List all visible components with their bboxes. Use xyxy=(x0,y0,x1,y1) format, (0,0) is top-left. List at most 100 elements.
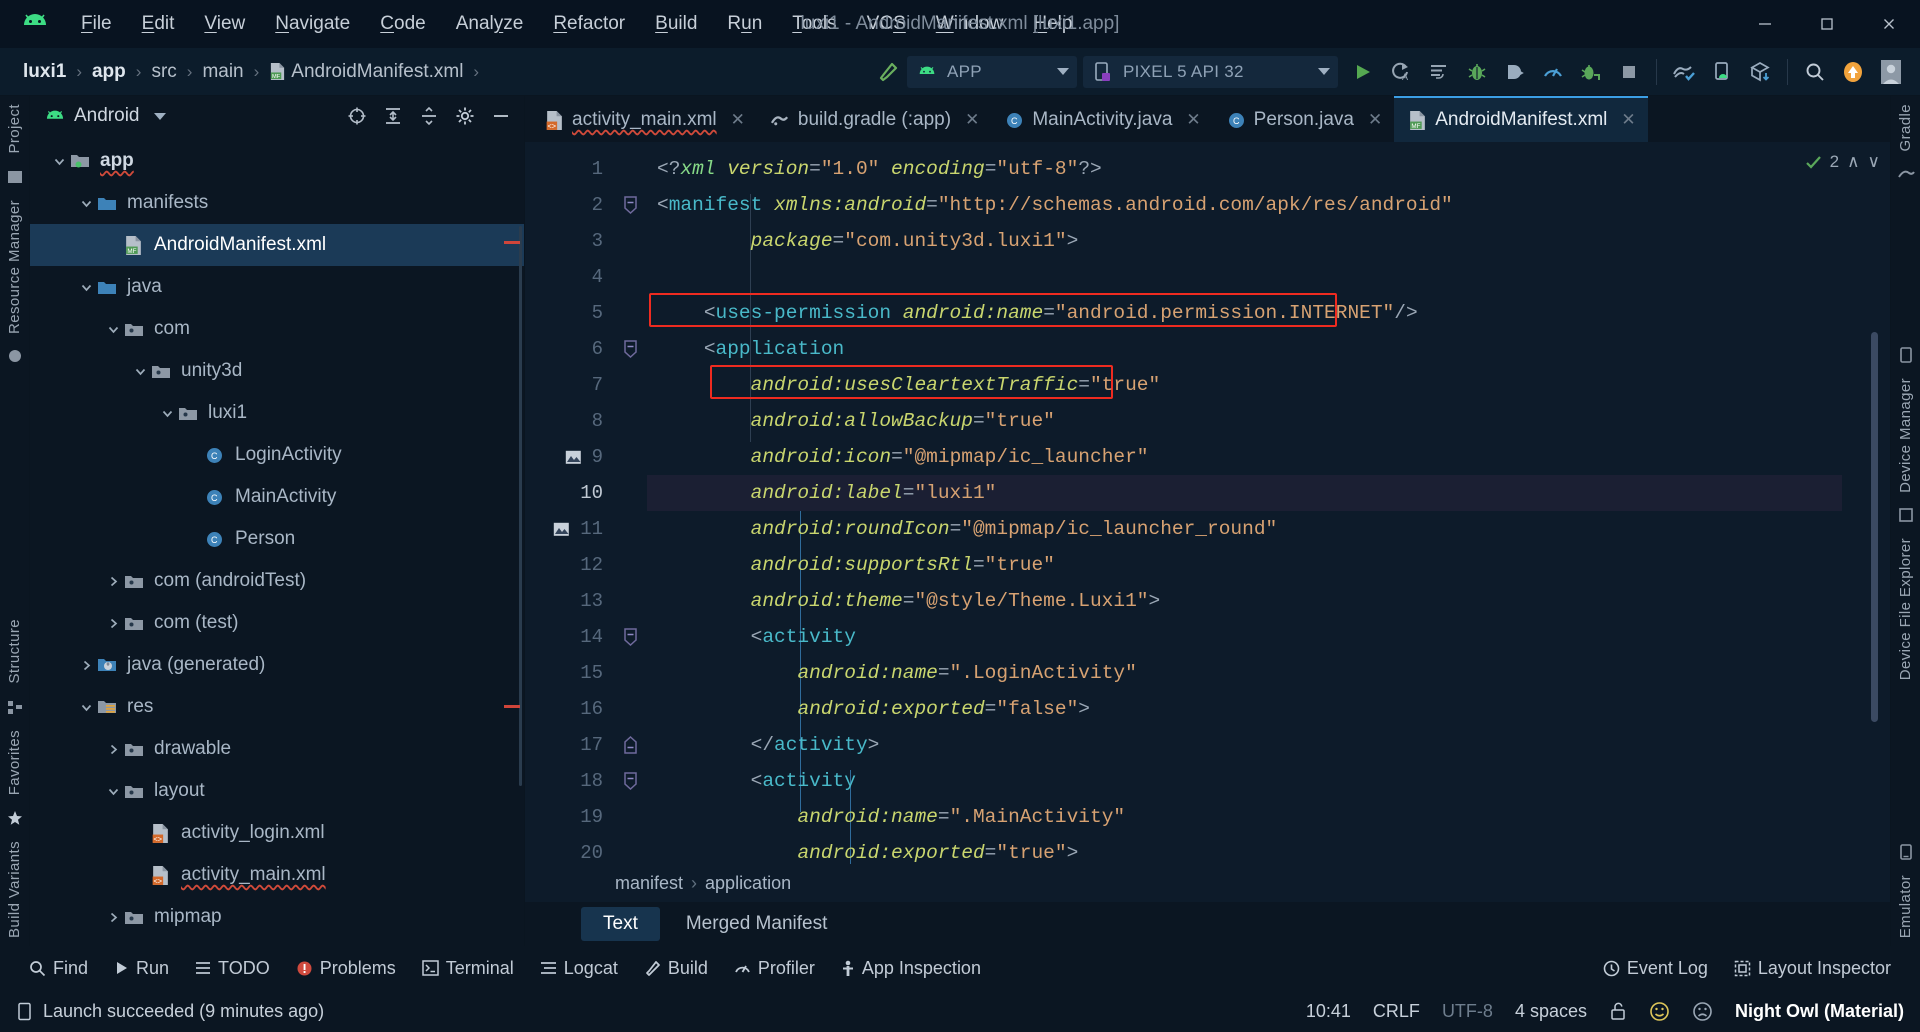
chevron-right-icon[interactable] xyxy=(102,617,124,630)
rail-item-favorites[interactable]: Favorites xyxy=(6,730,23,795)
tool-window-button-terminal[interactable]: Terminal xyxy=(411,954,525,983)
project-scrollbar[interactable] xyxy=(519,226,522,786)
code-content[interactable]: <? xml version = "1.0" encoding = "utf-8" ?> < m… xyxy=(647,142,1842,864)
rail-item-structure[interactable]: Structure xyxy=(6,619,23,683)
close-button[interactable] xyxy=(1858,0,1920,48)
editor-tab-mainactivity-java[interactable]: C MainActivity.java ✕ xyxy=(991,96,1212,142)
code-line[interactable]: package = "com.unity3d.luxi1" > xyxy=(647,223,1842,259)
image-preview-icon[interactable] xyxy=(565,450,582,465)
avd-manager-button[interactable] xyxy=(1703,53,1741,91)
collapse-all-button[interactable] xyxy=(416,103,442,129)
run-configuration-selector[interactable]: APP xyxy=(907,55,1077,88)
menu-item-view[interactable]: View xyxy=(189,8,260,40)
fold-start-icon[interactable] xyxy=(613,763,647,799)
menu-item-vcs[interactable]: VCS xyxy=(852,8,921,40)
view-tab-text[interactable]: Text xyxy=(581,907,660,941)
tree-item-androidmanifest-xml[interactable]: MF AndroidManifest.xml xyxy=(30,224,524,266)
select-opened-file-button[interactable] xyxy=(344,103,370,129)
tree-item-luxi1[interactable]: luxi1 xyxy=(30,392,524,434)
menu-item-run[interactable]: Run xyxy=(712,8,777,40)
rail-item-build-variants[interactable]: Build Variants xyxy=(6,841,23,938)
code-line[interactable]: < application xyxy=(647,331,1842,367)
menu-item-navigate[interactable]: Navigate xyxy=(260,8,365,40)
code-line[interactable]: < manifest xmlns:android = "http://schemas.… xyxy=(647,187,1842,223)
attach-debugger-button[interactable] xyxy=(1496,53,1534,91)
editor-markup-bar[interactable]: 2 ∧ ∨ xyxy=(1805,142,1890,864)
file-encoding[interactable]: UTF-8 xyxy=(1442,1001,1493,1022)
tree-item-mipmap[interactable]: mipmap xyxy=(30,896,524,938)
editor-tab-androidmanifest-xml[interactable]: MF AndroidManifest.xml ✕ xyxy=(1394,96,1648,142)
hide-panel-button[interactable] xyxy=(488,103,514,129)
breadcrumb-item-main[interactable]: main xyxy=(197,58,248,86)
menu-item-build[interactable]: Build xyxy=(640,8,712,40)
menu-item-window[interactable]: Window xyxy=(921,8,1019,40)
apply-code-changes-button[interactable] xyxy=(1420,53,1458,91)
code-line[interactable] xyxy=(647,259,1842,295)
update-button[interactable] xyxy=(1834,53,1872,91)
fold-end-icon[interactable] xyxy=(613,727,647,763)
debug-button[interactable] xyxy=(1458,53,1496,91)
chevron-right-icon[interactable] xyxy=(102,743,124,756)
line-separator[interactable]: CRLF xyxy=(1373,1001,1420,1022)
sync-gradle-button[interactable] xyxy=(1665,53,1703,91)
menu-item-edit[interactable]: Edit xyxy=(127,8,190,40)
view-tab-merged-manifest[interactable]: Merged Manifest xyxy=(664,907,850,941)
minimize-button[interactable] xyxy=(1734,0,1796,48)
close-icon[interactable]: ✕ xyxy=(965,110,979,130)
breadcrumb-item-androidmanifest-xml[interactable]: MF AndroidManifest.xml xyxy=(264,58,468,86)
close-icon[interactable]: ✕ xyxy=(1621,110,1635,130)
code-line[interactable]: <? xml version = "1.0" encoding = "utf-8" ?> xyxy=(647,151,1842,187)
search-everywhere-button[interactable] xyxy=(1796,53,1834,91)
account-avatar-button[interactable] xyxy=(1872,53,1910,91)
tree-item-activity-login-xml[interactable]: <> activity_login.xml xyxy=(30,812,524,854)
tool-window-button-todo[interactable]: TODO xyxy=(184,954,281,983)
chevron-right-icon[interactable] xyxy=(75,659,97,672)
code-line[interactable]: android:name = ".MainActivity" xyxy=(647,799,1842,835)
menu-item-file[interactable]: File xyxy=(66,8,127,40)
tree-item-com[interactable]: com xyxy=(30,308,524,350)
gear-icon[interactable] xyxy=(452,103,478,129)
tree-item-activity-main-xml[interactable]: <> activity_main.xml xyxy=(30,854,524,896)
chevron-down-icon[interactable] xyxy=(102,323,124,336)
tree-item-res[interactable]: res xyxy=(30,686,524,728)
make-project-button[interactable] xyxy=(869,53,907,91)
tree-item-com--androidtest-[interactable]: com (androidTest) xyxy=(30,560,524,602)
tool-window-button-build[interactable]: Build xyxy=(633,954,719,983)
breadcrumb-item-app[interactable]: app xyxy=(87,58,131,86)
editor-breadcrumb-item-manifest[interactable]: manifest xyxy=(615,873,683,894)
fold-start-icon[interactable] xyxy=(613,619,647,655)
expand-all-button[interactable] xyxy=(380,103,406,129)
tool-window-button-problems[interactable]: Problems xyxy=(285,954,407,983)
tool-window-button-run[interactable]: Run xyxy=(103,954,180,983)
project-view-selector[interactable]: Android xyxy=(44,105,166,127)
editor-tab-build-gradle---app-[interactable]: build.gradle (:app) ✕ xyxy=(757,96,991,142)
menu-item-help[interactable]: Help xyxy=(1018,8,1087,40)
tool-window-button-layout-inspector[interactable]: Layout Inspector xyxy=(1723,954,1902,983)
chevron-right-icon[interactable] xyxy=(102,911,124,924)
code-editor[interactable]: 1 2 3 4 5 6 7 8 9 10 11 12 13 14 15 16 17 18 19 20 <? xml ve… xyxy=(525,142,1890,864)
rail-item-device-manager[interactable]: Device Manager xyxy=(1897,378,1914,493)
code-line[interactable]: android:exported = "false" > xyxy=(647,691,1842,727)
tool-window-button-logcat[interactable]: Logcat xyxy=(529,954,629,983)
editor-tab-person-java[interactable]: C Person.java ✕ xyxy=(1213,96,1395,142)
stop-button[interactable] xyxy=(1610,53,1648,91)
tool-window-button-app-inspection[interactable]: App Inspection xyxy=(830,954,992,983)
inspection-next-icon[interactable]: ∨ xyxy=(1868,152,1880,172)
code-line[interactable]: android:icon = "@mipmap/ic_launcher" xyxy=(647,439,1842,475)
editor-breadcrumb-item-application[interactable]: application xyxy=(705,873,791,894)
code-folding-gutter[interactable] xyxy=(613,142,647,864)
menu-item-tools[interactable]: Tools xyxy=(777,8,851,40)
breadcrumb-item-luxi1[interactable]: luxi1 xyxy=(18,58,71,86)
rail-item-gradle[interactable]: Gradle xyxy=(1897,104,1914,151)
tree-item-java[interactable]: java xyxy=(30,266,524,308)
maximize-button[interactable] xyxy=(1796,0,1858,48)
theme-indicator[interactable]: Night Owl (Material) xyxy=(1735,1001,1904,1022)
code-line[interactable]: android:roundIcon = "@mipmap/ic_launcher_r… xyxy=(647,511,1842,547)
chevron-down-icon[interactable] xyxy=(48,155,70,168)
close-icon[interactable]: ✕ xyxy=(731,110,745,130)
debug-attach-android-button[interactable] xyxy=(1572,53,1610,91)
smiley-happy-icon[interactable] xyxy=(1649,1001,1670,1022)
code-line[interactable]: android:supportsRtl = "true" xyxy=(647,547,1842,583)
chevron-right-icon[interactable] xyxy=(102,575,124,588)
tool-window-button-event-log[interactable]: Event Log xyxy=(1592,954,1719,983)
